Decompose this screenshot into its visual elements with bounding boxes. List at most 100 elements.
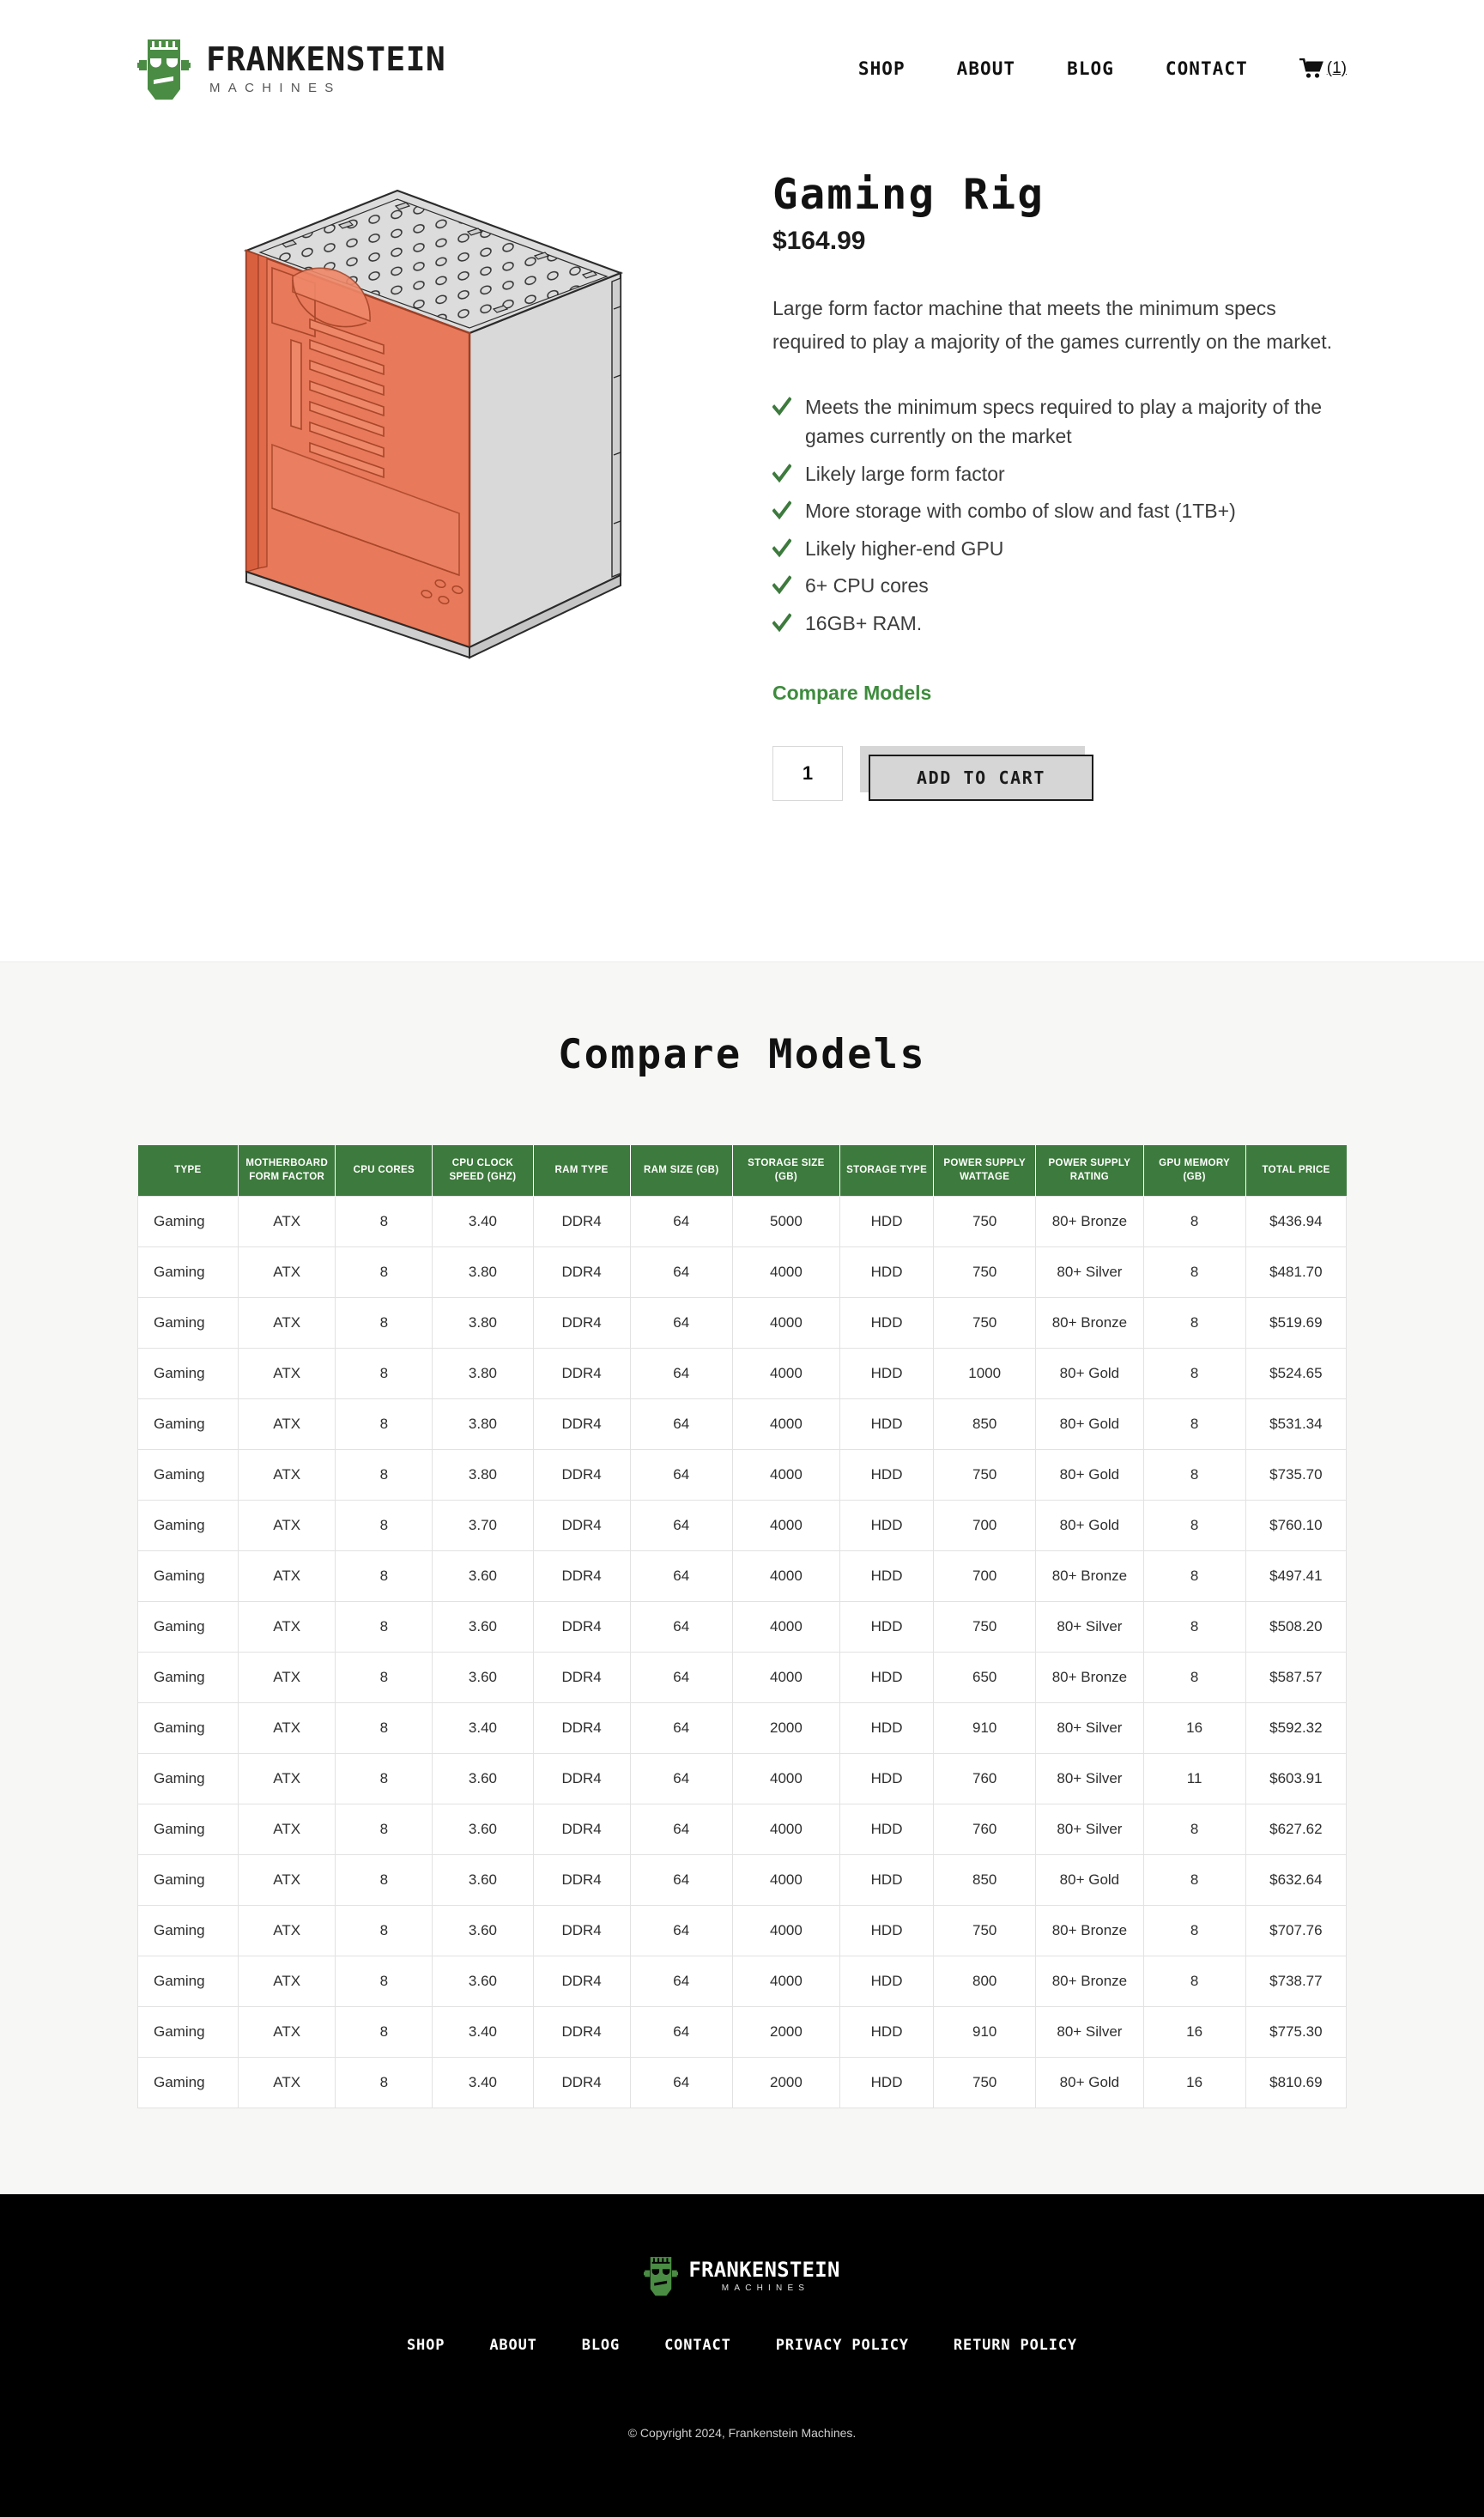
cell-total-price: $587.57 <box>1245 1652 1348 1704</box>
column-header-cpu-clock-speed[interactable]: CPU CLOCK SPEED (GHZ) <box>432 1145 534 1197</box>
nav-item-about[interactable]: ABOUT <box>957 58 1015 79</box>
cell-storage-size: 4000 <box>731 1500 841 1552</box>
column-header-motherboard-form-factor[interactable]: MOTHERBOARD FORM FACTOR <box>238 1145 336 1197</box>
cell-ram-size: 64 <box>629 1348 733 1400</box>
cell-type: Gaming <box>136 2006 239 2059</box>
footer-navigation: SHOP ABOUT BLOG CONTACT PRIVACY POLICY R… <box>0 2337 1484 2354</box>
table-row[interactable]: Gaming ATX 8 3.60 DDR4 64 4000 HDD 760 80+ Silver… <box>136 1804 1348 1856</box>
cell-power-supply-wattage: 700 <box>933 1500 1037 1552</box>
product-image[interactable] <box>137 163 730 824</box>
column-header-gpu-memory[interactable]: GPU MEMORY (GB) <box>1143 1145 1246 1197</box>
table-row[interactable]: Gaming ATX 8 3.60 DDR4 64 4000 HDD 760 80+ Silver… <box>136 1753 1348 1805</box>
cell-ram-type: DDR4 <box>532 1398 631 1451</box>
cell-power-supply-rating: 80+ Silver <box>1035 1804 1144 1856</box>
table-row[interactable]: Gaming ATX 8 3.70 DDR4 64 4000 HDD 700 80+ Gold 8 $… <box>136 1500 1348 1552</box>
check-icon <box>772 500 791 520</box>
cell-storage-type: HDD <box>839 2006 935 2059</box>
cell-type: Gaming <box>136 1297 239 1349</box>
feature-item: More storage with combo of slow and fast… <box>772 496 1347 526</box>
brand-logo[interactable]: FRANKENSTEIN MACHINES <box>137 36 445 101</box>
footer-wordmark: FRANKENSTEIN MACHINES <box>688 2259 839 2293</box>
product-info: Gaming Rig $164.99 Large form factor mac… <box>772 163 1347 824</box>
cell-cpu-clock-speed: 3.60 <box>432 1652 534 1704</box>
cell-storage-size: 4000 <box>731 1854 841 1907</box>
add-to-cart-button[interactable]: ADD TO CART <box>869 755 1093 802</box>
nav-item-contact[interactable]: CONTACT <box>1166 58 1248 79</box>
footer-link-about[interactable]: ABOUT <box>489 2337 536 2354</box>
cell-ram-size: 64 <box>629 2057 733 2109</box>
table-row[interactable]: Gaming ATX 8 3.40 DDR4 64 2000 HDD 910 80+ Silver… <box>136 2006 1348 2059</box>
copyright-text: © Copyright 2024, Frankenstein Machines. <box>627 2426 857 2441</box>
cell-type: Gaming <box>136 1804 239 1856</box>
cell-storage-size: 4000 <box>731 1550 841 1603</box>
column-header-storage-type[interactable]: STORAGE TYPE <box>839 1145 935 1197</box>
table-row[interactable]: Gaming ATX 8 3.40 DDR4 64 2000 HDD 910 80+ Silver… <box>136 1702 1348 1755</box>
check-icon <box>772 464 791 483</box>
cart-link[interactable]: (1) <box>1299 58 1347 79</box>
column-header-type[interactable]: TYPE <box>137 1145 239 1197</box>
cell-motherboard-form-factor: ATX <box>238 1348 336 1400</box>
cell-cpu-clock-speed: 3.80 <box>432 1348 534 1400</box>
column-header-ram-size[interactable]: RAM SIZE (GB) <box>630 1145 733 1197</box>
compare-models-section: Compare Models TYPE MOTHERBOARD FORM FAC… <box>0 961 1484 2195</box>
column-header-power-supply-rating[interactable]: POWER SUPPLY RATING <box>1035 1145 1144 1197</box>
cell-cpu-cores: 8 <box>335 1956 433 2008</box>
feature-label: More storage with combo of slow and fast… <box>805 500 1236 523</box>
table-row[interactable]: Gaming ATX 8 3.80 DDR4 64 4000 HDD 1000 80+ Gold 8… <box>136 1348 1348 1400</box>
compare-models-table: TYPE MOTHERBOARD FORM FACTOR CPU CORES C… <box>136 1145 1348 2109</box>
cell-ram-type: DDR4 <box>532 1956 631 2008</box>
footer-brand-logo[interactable]: FRANKENSTEIN MACHINES <box>644 2254 839 2297</box>
table-row[interactable]: Gaming ATX 8 3.60 DDR4 64 4000 HDD 750 80+ Silver… <box>136 1601 1348 1653</box>
cell-gpu-memory: 8 <box>1142 1854 1246 1907</box>
footer-link-blog[interactable]: BLOG <box>582 2337 620 2354</box>
table-row[interactable]: Gaming ATX 8 3.80 DDR4 64 4000 HDD 750 80+ Bronze… <box>136 1297 1348 1349</box>
table-row[interactable]: Gaming ATX 8 3.40 DDR4 64 2000 HDD 750 80+ Gold 16… <box>136 2057 1348 2109</box>
cell-total-price: $810.69 <box>1245 2057 1348 2109</box>
table-row[interactable]: Gaming ATX 8 3.80 DDR4 64 4000 HDD 750 80+ Silver… <box>136 1246 1348 1299</box>
cell-motherboard-form-factor: ATX <box>238 1652 336 1704</box>
footer-link-return-policy[interactable]: RETURN POLICY <box>954 2337 1077 2354</box>
column-header-ram-type[interactable]: RAM TYPE <box>533 1145 631 1197</box>
cell-storage-type: HDD <box>839 1702 935 1755</box>
site-header: FRANKENSTEIN MACHINES SHOP ABOUT BLOG CO… <box>0 0 1484 137</box>
column-header-storage-size[interactable]: STORAGE SIZE (GB) <box>732 1145 841 1197</box>
table-row[interactable]: Gaming ATX 8 3.40 DDR4 64 5000 HDD 750 80+ Bronze… <box>136 1196 1348 1248</box>
cell-power-supply-rating: 80+ Gold <box>1035 1500 1144 1552</box>
cell-ram-size: 64 <box>629 1246 733 1299</box>
cell-storage-size: 4000 <box>731 1905 841 1957</box>
column-header-power-supply-wattage[interactable]: POWER SUPPLY WATTAGE <box>933 1145 1037 1197</box>
cell-motherboard-form-factor: ATX <box>238 1956 336 2008</box>
cell-cpu-cores: 8 <box>335 1601 433 1653</box>
cell-power-supply-rating: 80+ Silver <box>1035 1702 1144 1755</box>
cell-storage-size: 4000 <box>731 1804 841 1856</box>
footer-link-privacy-policy[interactable]: PRIVACY POLICY <box>776 2337 909 2354</box>
feature-label: 6+ CPU cores <box>805 574 929 597</box>
cell-power-supply-rating: 80+ Gold <box>1035 1348 1144 1400</box>
nav-item-blog[interactable]: BLOG <box>1067 58 1114 79</box>
table-row[interactable]: Gaming ATX 8 3.80 DDR4 64 4000 HDD 850 80+ Gold 8 $… <box>136 1398 1348 1451</box>
cell-storage-size: 4000 <box>731 1246 841 1299</box>
footer-link-contact[interactable]: CONTACT <box>664 2337 731 2354</box>
cell-cpu-clock-speed: 3.60 <box>432 1804 534 1856</box>
nav-item-shop[interactable]: SHOP <box>858 58 906 79</box>
cell-gpu-memory: 8 <box>1142 1348 1246 1400</box>
cell-type: Gaming <box>136 1854 239 1907</box>
cell-total-price: $524.65 <box>1245 1348 1348 1400</box>
footer-brand-tagline: MACHINES <box>721 2283 810 2293</box>
table-row[interactable]: Gaming ATX 8 3.60 DDR4 64 4000 HDD 650 80+ Bronze… <box>136 1652 1348 1704</box>
site-footer: FRANKENSTEIN MACHINES SHOP ABOUT BLOG CO… <box>0 2194 1484 2517</box>
column-header-total-price[interactable]: TOTAL PRICE <box>1245 1145 1347 1197</box>
footer-link-shop[interactable]: SHOP <box>407 2337 445 2354</box>
cell-storage-size: 2000 <box>731 2006 841 2059</box>
cell-type: Gaming <box>136 1398 239 1451</box>
column-header-cpu-cores[interactable]: CPU CORES <box>335 1145 433 1197</box>
table-row[interactable]: Gaming ATX 8 3.60 DDR4 64 4000 HDD 800 80+ Bronze… <box>136 1956 1348 2008</box>
table-row[interactable]: Gaming ATX 8 3.80 DDR4 64 4000 HDD 750 80+ Gold 8 $… <box>136 1449 1348 1501</box>
cell-cpu-cores: 8 <box>335 1449 433 1501</box>
quantity-input[interactable] <box>772 746 843 802</box>
table-row[interactable]: Gaming ATX 8 3.60 DDR4 64 4000 HDD 700 80+ Bronze… <box>136 1550 1348 1603</box>
table-row[interactable]: Gaming ATX 8 3.60 DDR4 64 4000 HDD 750 80+ Bronze… <box>136 1905 1348 1957</box>
table-row[interactable]: Gaming ATX 8 3.60 DDR4 64 4000 HDD 850 80+ Gold 8 $… <box>136 1854 1348 1907</box>
compare-models-link[interactable]: Compare Models <box>772 682 931 705</box>
cell-cpu-clock-speed: 3.80 <box>432 1297 534 1349</box>
